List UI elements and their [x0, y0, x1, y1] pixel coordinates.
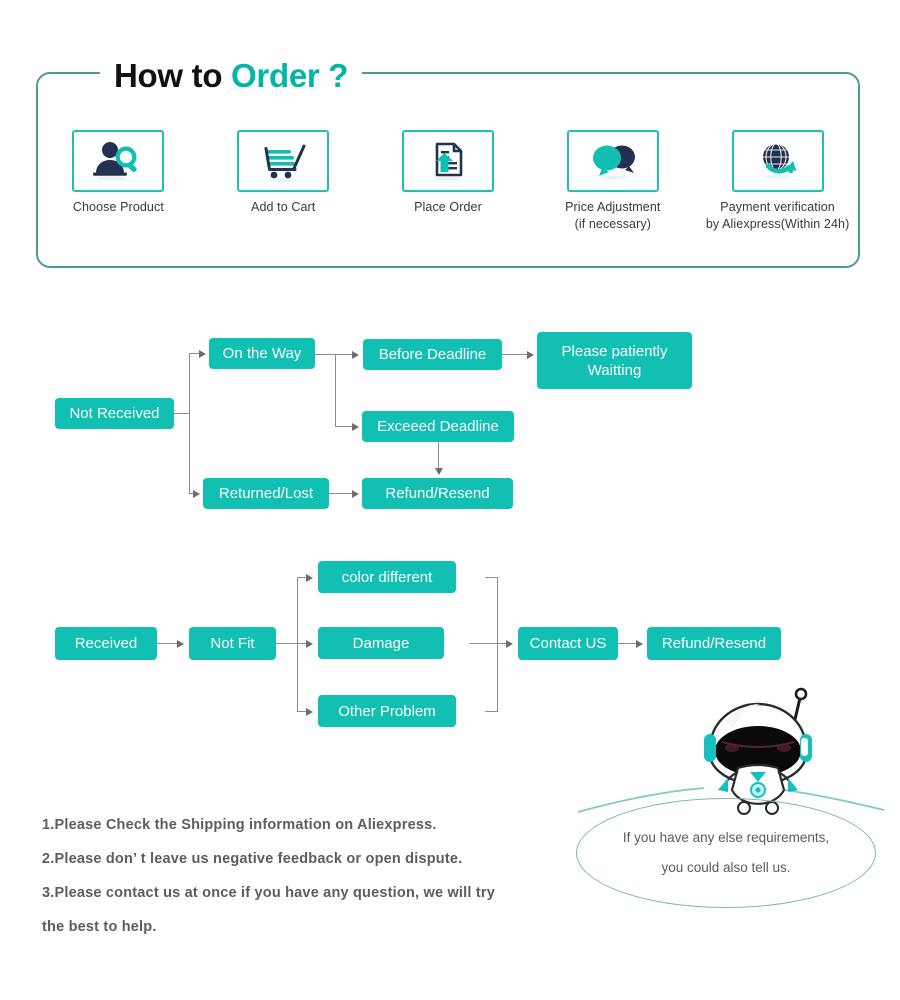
connector-line: [485, 711, 498, 713]
node-damage[interactable]: Damage: [318, 627, 444, 659]
arrow-icon: [306, 573, 313, 582]
arrow-icon: [177, 639, 184, 648]
node-not-fit[interactable]: Not Fit: [189, 627, 276, 660]
arrow-icon: [306, 639, 313, 648]
arrow-icon: [306, 707, 313, 716]
bubble-line-2: you could also tell us.: [661, 860, 791, 875]
arrow-icon: [636, 639, 643, 648]
notes-list: 1.Please Check the Shipping information …: [42, 808, 602, 944]
node-color-different[interactable]: color different: [318, 561, 456, 593]
node-other-problem[interactable]: Other Problem: [318, 695, 456, 727]
connector-line: [276, 643, 298, 645]
note-line: 2.Please don’ t leave us negative feedba…: [42, 851, 463, 867]
connector-line: [470, 643, 508, 645]
note-line: 1.Please Check the Shipping information …: [42, 817, 437, 833]
connector-line: [618, 643, 638, 645]
note-line: the best to help.: [42, 919, 157, 935]
arrow-icon: [506, 639, 513, 648]
node-received[interactable]: Received: [55, 627, 157, 660]
note-line: 3.Please contact us at once if you have …: [42, 885, 495, 901]
speech-bubble: If you have any else requirements, you c…: [576, 798, 876, 908]
bubble-line-1: If you have any else requirements,: [622, 830, 830, 845]
connector-line: [157, 643, 179, 645]
astronaut-mascot-icon: [704, 687, 812, 815]
connector-line: [485, 577, 498, 579]
promo-page: How to Order ? Choose Product Add to Car…: [0, 0, 900, 1000]
node-contact-us[interactable]: Contact US: [518, 627, 618, 660]
node-refund-resend-2[interactable]: Refund/Resend: [647, 627, 781, 660]
